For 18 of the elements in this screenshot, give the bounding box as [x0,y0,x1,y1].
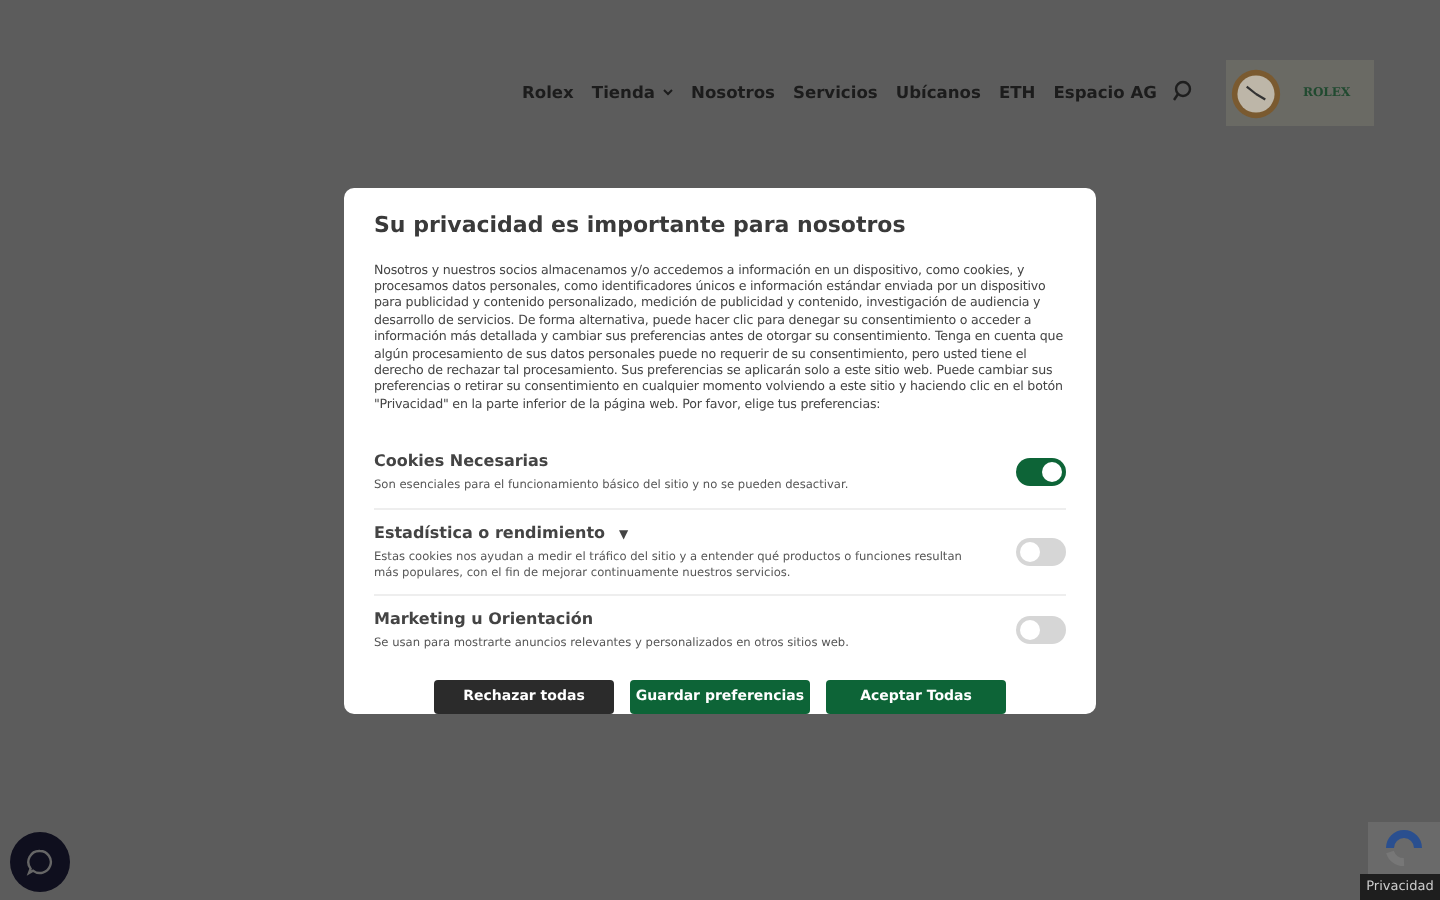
category-title: Estadística o rendimiento [374,522,606,547]
toggle-switch[interactable] [1016,538,1066,567]
nav-link[interactable]: Servicios [792,79,878,105]
nav-link[interactable]: ETH [998,79,1036,105]
toggle-switch[interactable] [1016,457,1066,486]
whatsapp-button[interactable] [10,832,70,892]
dialog-title: Su privacidad es importante para nosotros [374,210,908,242]
nav-link[interactable]: Ubícanos [895,79,981,105]
chevron-icon [661,88,673,96]
nav-link[interactable]: Tienda [591,79,673,105]
nav-link[interactable]: Rolex [522,79,574,105]
category-title: Marketing u Orientación [374,608,594,633]
nav-link[interactable]: Espacio AG [1053,79,1157,105]
search-icon[interactable] [1172,80,1193,104]
category-title: Cookies Necesarias [374,449,549,474]
clock-icon [1230,67,1283,119]
toggle-switch[interactable] [1016,616,1066,645]
nav-link[interactable]: Nosotros [691,79,775,105]
